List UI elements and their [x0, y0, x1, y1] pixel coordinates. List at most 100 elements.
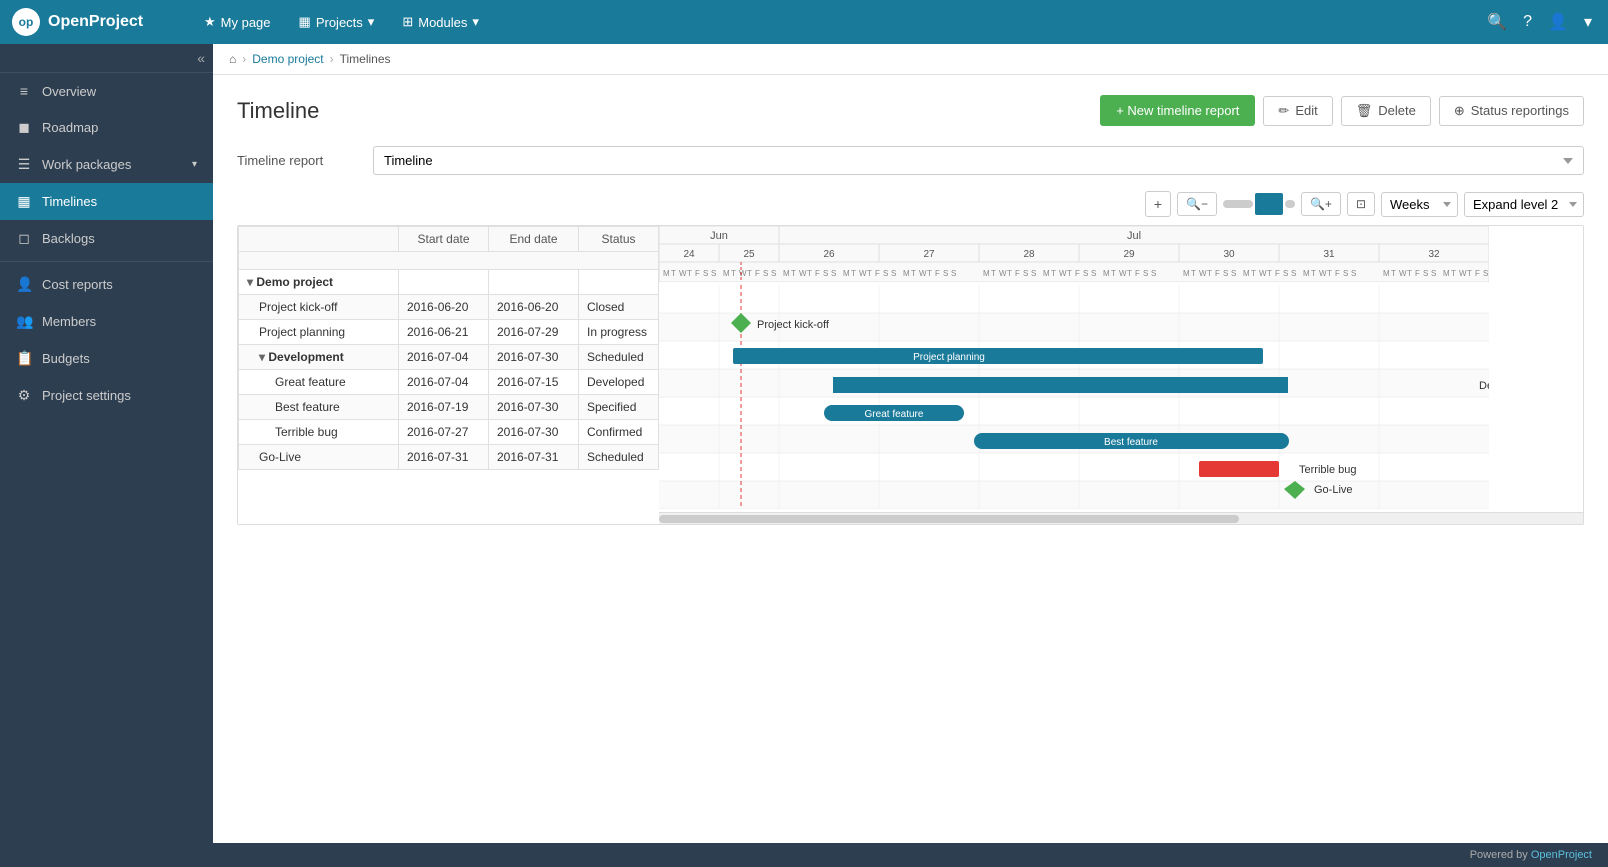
nav-modules[interactable]: ⊞ Modules ▾: [390, 8, 491, 36]
sidebar-item-label: Work packages: [42, 157, 182, 172]
zoom-thumb[interactable]: [1255, 193, 1283, 215]
start-date-cell: 2016-06-20: [399, 295, 489, 320]
task-name-cell: Project planning: [239, 320, 399, 345]
svg-text:S: S: [883, 269, 888, 278]
svg-text:T: T: [791, 269, 796, 278]
new-timeline-report-button[interactable]: + New timeline report: [1100, 95, 1255, 126]
delete-button[interactable]: 🗑 Delete: [1341, 96, 1431, 126]
modules-icon: ⊞: [402, 14, 413, 30]
gantt-zoom-in-button[interactable]: 🔍+: [1301, 192, 1341, 216]
home-icon[interactable]: ⌂: [229, 52, 236, 66]
gantt-add-button[interactable]: +: [1145, 191, 1171, 217]
edit-button[interactable]: ✏ Edit: [1263, 96, 1332, 126]
start-date-cell: 2016-06-21: [399, 320, 489, 345]
start-date-cell: 2016-07-31: [399, 445, 489, 470]
svg-text:M: M: [1183, 269, 1190, 278]
breadcrumb-timelines: Timelines: [340, 52, 391, 66]
roadmap-icon: ◼: [16, 119, 32, 136]
svg-text:T: T: [731, 269, 736, 278]
user-icon[interactable]: 👤: [1544, 8, 1572, 36]
gantt-chart-inner: Jun Jul 24 25: [659, 226, 1583, 524]
svg-text:M: M: [1443, 269, 1450, 278]
svg-text:W: W: [1259, 269, 1267, 278]
work-packages-icon: ☰: [16, 156, 32, 173]
table-row: Go-Live2016-07-312016-07-31Scheduled: [239, 445, 659, 470]
sidebar-item-timelines[interactable]: ▦ Timelines: [0, 183, 213, 220]
gantt-left-table: Start date End date Status ▾ Demo projec…: [238, 226, 659, 470]
svg-text:M: M: [983, 269, 990, 278]
svg-text:F: F: [1275, 269, 1280, 278]
svg-text:M: M: [1243, 269, 1250, 278]
gantt-chart-scroll[interactable]: Jun Jul 24 25: [659, 226, 1583, 524]
breadcrumb-demo-project[interactable]: Demo project: [252, 52, 323, 66]
gantt-left-panel: Start date End date Status ▾ Demo projec…: [238, 226, 659, 524]
svg-text:S: S: [1031, 269, 1036, 278]
sidebar-item-cost-reports[interactable]: 👤 Cost reports: [0, 266, 213, 303]
breadcrumb-sep: ›: [330, 52, 334, 66]
gantt-fit-button[interactable]: ⊡: [1347, 192, 1375, 216]
sidebar-item-overview[interactable]: ≡ Overview: [0, 73, 213, 109]
app-logo[interactable]: op OpenProject: [12, 8, 172, 36]
sidebar-item-budgets[interactable]: 📋 Budgets: [0, 340, 213, 377]
status-cell: [579, 270, 659, 295]
gantt-zoom-slider: [1223, 193, 1295, 215]
gantt-zoom-out-button[interactable]: 🔍−: [1177, 192, 1217, 216]
sidebar-item-members[interactable]: 👥 Members: [0, 303, 213, 340]
svg-text:S: S: [771, 269, 776, 278]
nav-mypage[interactable]: ★ My page: [192, 8, 283, 36]
sidebar-item-label: Roadmap: [42, 120, 197, 135]
nav-projects[interactable]: ▦ Projects ▾: [287, 8, 387, 36]
status-reportings-button[interactable]: ⊕ Status reportings: [1439, 96, 1584, 126]
svg-text:T: T: [1451, 269, 1456, 278]
svg-text:S: S: [1483, 269, 1488, 278]
status-cell: Scheduled: [579, 445, 659, 470]
col-task-header: [239, 227, 399, 252]
logo-icon: op: [12, 8, 40, 36]
table-row: ▾ Development2016-07-042016-07-30Schedul…: [239, 345, 659, 370]
start-date-cell: 2016-07-19: [399, 395, 489, 420]
svg-text:T: T: [1311, 269, 1316, 278]
scrollbar-thumb[interactable]: [659, 515, 1239, 523]
top-nav-items: ★ My page ▦ Projects ▾ ⊞ Modules ▾: [192, 8, 1483, 36]
col-start-header: Start date: [399, 227, 489, 252]
chevron-down-icon: ▾: [192, 159, 197, 170]
svg-text:S: S: [951, 269, 956, 278]
page-content: Timeline + New timeline report ✏ Edit 🗑 …: [213, 75, 1608, 843]
gantt-expand-select[interactable]: Expand level 2 Expand level 1 Expand lev…: [1464, 192, 1584, 217]
sidebar-item-roadmap[interactable]: ◼ Roadmap: [0, 109, 213, 146]
svg-text:T: T: [671, 269, 676, 278]
sidebar-collapse-bar: «: [0, 44, 213, 73]
svg-text:W: W: [799, 269, 807, 278]
svg-text:M: M: [1303, 269, 1310, 278]
sidebar-section: 👤 Cost reports 👥 Members 📋 Budgets ⚙ Pro…: [0, 261, 213, 414]
status-cell: Closed: [579, 295, 659, 320]
svg-text:S: S: [1091, 269, 1096, 278]
table-row: Best feature2016-07-192016-07-30Specifie…: [239, 395, 659, 420]
project-planning-bar: [733, 348, 1263, 364]
sidebar-item-project-settings[interactable]: ⚙ Project settings: [0, 377, 213, 414]
svg-text:Jul: Jul: [1127, 230, 1141, 242]
zoom-track-left: [1223, 200, 1253, 208]
gantt-period-select[interactable]: Weeks Days Months: [1381, 192, 1458, 217]
svg-text:T: T: [1067, 269, 1072, 278]
status-cell: In progress: [579, 320, 659, 345]
svg-text:T: T: [1207, 269, 1212, 278]
help-icon[interactable]: ?: [1519, 9, 1536, 35]
search-icon[interactable]: 🔍: [1483, 8, 1511, 36]
breadcrumb-sep: ›: [242, 52, 246, 66]
task-name-cell: Go-Live: [239, 445, 399, 470]
sidebar-item-work-packages[interactable]: ☰ Work packages ▾: [0, 146, 213, 183]
sidebar-collapse-button[interactable]: «: [197, 50, 205, 66]
svg-text:W: W: [1199, 269, 1207, 278]
gantt-scrollbar[interactable]: [659, 512, 1583, 524]
svg-text:T: T: [1267, 269, 1272, 278]
powered-by-link[interactable]: OpenProject: [1531, 849, 1592, 861]
svg-text:S: S: [1223, 269, 1228, 278]
svg-text:W: W: [1459, 269, 1467, 278]
sidebar-item-backlogs[interactable]: ◻ Backlogs: [0, 220, 213, 257]
timeline-report-select[interactable]: Timeline: [373, 146, 1584, 175]
svg-text:S: S: [1431, 269, 1436, 278]
gantt-header-spacer: [239, 252, 659, 270]
svg-text:S: S: [1151, 269, 1156, 278]
user-menu-arrow[interactable]: ▾: [1580, 8, 1596, 36]
